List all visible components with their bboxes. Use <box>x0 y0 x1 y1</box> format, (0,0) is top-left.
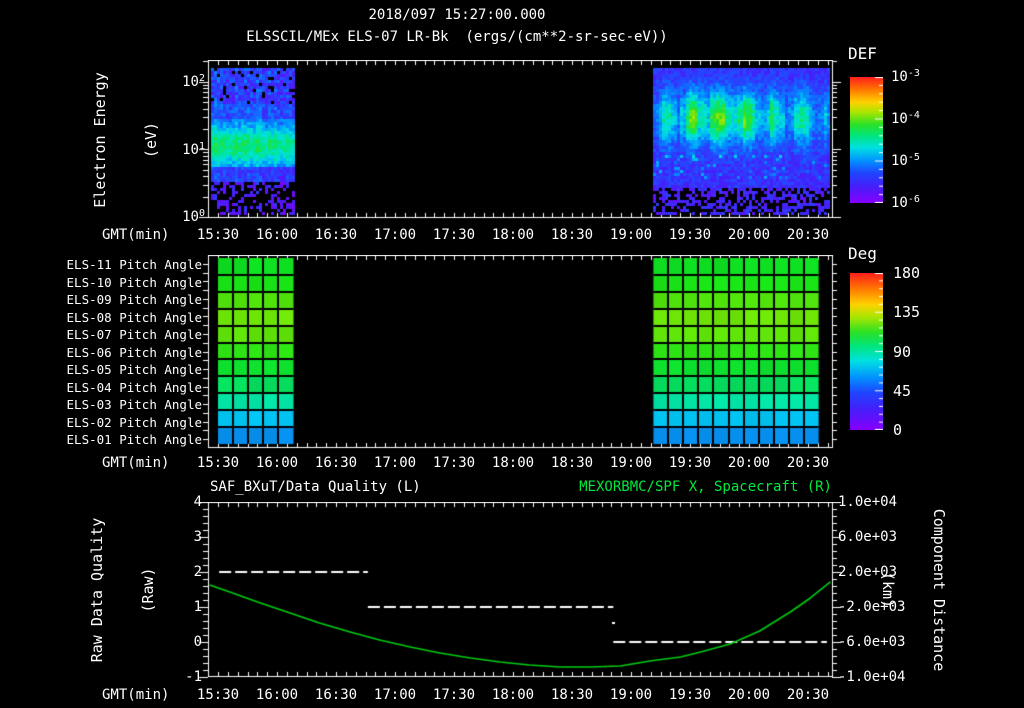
time-tick-label: 19:30 <box>668 687 712 703</box>
quality-tick-label: -1 <box>185 669 202 685</box>
time-tick-label: 17:00 <box>373 227 417 243</box>
def-colorbar-tick-label: 10-3 <box>891 68 920 85</box>
quality-tick-label: 0 <box>193 634 202 650</box>
pitch-row-label: ELS-07 Pitch Angle <box>66 327 202 342</box>
def-colorbar <box>850 77 883 203</box>
time-tick-label: 15:30 <box>196 455 240 471</box>
series-title-right: MEXORBMC/SPF X, Spacecraft (R) <box>579 479 832 495</box>
time-tick-label: 18:30 <box>550 455 594 471</box>
time-tick-label: 20:00 <box>727 687 771 703</box>
time-tick-label: 16:00 <box>255 227 299 243</box>
distance-tick-label: 6.0e+03 <box>838 529 898 545</box>
distance-tick-label: -6.0e+03 <box>838 634 906 650</box>
distance-tick-label: 1.0e+04 <box>838 494 898 510</box>
gmt-axis-label: GMT(min) <box>102 455 170 471</box>
time-tick-label: 19:30 <box>668 455 712 471</box>
gmt-axis-label: GMT(min) <box>102 687 170 703</box>
distance-tick-label: -1.0e+04 <box>838 669 906 685</box>
time-tick-label: 18:30 <box>550 227 594 243</box>
def-colorbar-tick-label: 10-4 <box>891 110 920 127</box>
quality-tick-label: 3 <box>193 529 202 545</box>
time-tick-label: 19:00 <box>609 227 653 243</box>
deg-colorbar <box>850 273 883 430</box>
time-tick-label: 17:30 <box>432 455 476 471</box>
distance-axis-label: Component Distance (km) <box>879 508 948 672</box>
time-tick-label: 17:00 <box>373 455 417 471</box>
deg-colorbar-tick-label: 90 <box>893 343 912 361</box>
energy-tick-label: 100 <box>182 208 205 225</box>
def-colorbar-tick-label: 10-6 <box>891 194 920 211</box>
deg-colorbar-tick-label: 45 <box>893 382 912 400</box>
distance-tick-label: -2.0e+03 <box>838 599 906 615</box>
pitch-row-label: ELS-09 Pitch Angle <box>66 292 202 307</box>
deg-colorbar-tick-label: 180 <box>893 264 921 282</box>
quality-tick-label: 4 <box>193 494 202 510</box>
timestamp-title: 2018/097 15:27:00.000 <box>368 7 546 23</box>
pitch-angle-canvas <box>196 255 844 450</box>
time-tick-label: 16:00 <box>255 455 299 471</box>
time-tick-label: 19:00 <box>609 455 653 471</box>
energy-axis-label: Electron Energy (eV) <box>91 72 160 208</box>
time-tick-label: 17:30 <box>432 227 476 243</box>
pitch-row-label: ELS-06 Pitch Angle <box>66 344 202 360</box>
pitch-row-label: ELS-01 Pitch Angle <box>66 432 202 447</box>
time-tick-label: 15:30 <box>196 687 240 703</box>
time-tick-label: 18:00 <box>491 687 535 703</box>
time-tick-label: 19:00 <box>609 687 653 703</box>
plot-screen: 2018/097 15:27:00.000 ELSSCIL/MEx ELS-07… <box>0 0 1024 708</box>
def-colorbar-tick-label: 10-5 <box>891 152 920 169</box>
quality-tick-label: 1 <box>193 599 202 615</box>
time-tick-label: 16:30 <box>314 227 358 243</box>
deg-colorbar-title: Deg <box>848 244 877 263</box>
time-tick-label: 20:30 <box>786 455 830 471</box>
quality-axis-label: Raw Data Quality (Raw) <box>88 517 157 663</box>
time-tick-label: 16:30 <box>314 455 358 471</box>
energy-tick-label: 102 <box>182 73 205 90</box>
energy-tick-label: 101 <box>182 141 205 158</box>
distance-tick-label: 2.0e+03 <box>838 564 898 580</box>
quality-tick-label: 2 <box>193 564 202 580</box>
series-title-left: SAF_BXuT/Data Quality (L) <box>210 479 421 495</box>
time-tick-label: 20:00 <box>727 227 771 243</box>
pitch-row-label: ELS-03 Pitch Angle <box>66 397 202 412</box>
time-tick-label: 17:00 <box>373 687 417 703</box>
pitch-row-label: ELS-04 Pitch Angle <box>66 379 202 395</box>
time-tick-label: 19:30 <box>668 227 712 243</box>
time-tick-label: 16:00 <box>255 687 299 703</box>
pitch-row-label: ELS-05 Pitch Angle <box>66 362 202 377</box>
def-colorbar-title: DEF <box>848 44 877 63</box>
time-tick-label: 20:00 <box>727 455 771 471</box>
quality-distance-canvas <box>196 502 844 679</box>
time-tick-label: 16:30 <box>314 687 358 703</box>
deg-colorbar-tick-label: 135 <box>893 303 921 321</box>
time-tick-label: 18:00 <box>491 227 535 243</box>
instrument-title: ELSSCIL/MEx ELS-07 LR-Bk (ergs/(cm**2-sr… <box>246 29 668 45</box>
pitch-row-label: ELS-10 Pitch Angle <box>66 274 202 290</box>
time-tick-label: 18:30 <box>550 687 594 703</box>
pitch-row-label: ELS-02 Pitch Angle <box>66 414 202 430</box>
time-tick-label: 18:00 <box>491 455 535 471</box>
time-tick-label: 15:30 <box>196 227 240 243</box>
energy-spectrogram-canvas <box>196 60 844 220</box>
pitch-row-label: ELS-11 Pitch Angle <box>66 257 202 272</box>
time-tick-label: 17:30 <box>432 687 476 703</box>
pitch-row-label: ELS-08 Pitch Angle <box>66 309 202 325</box>
time-tick-label: 20:30 <box>786 227 830 243</box>
gmt-axis-label: GMT(min) <box>102 227 170 243</box>
time-tick-label: 20:30 <box>786 687 830 703</box>
deg-colorbar-tick-label: 0 <box>893 421 903 439</box>
